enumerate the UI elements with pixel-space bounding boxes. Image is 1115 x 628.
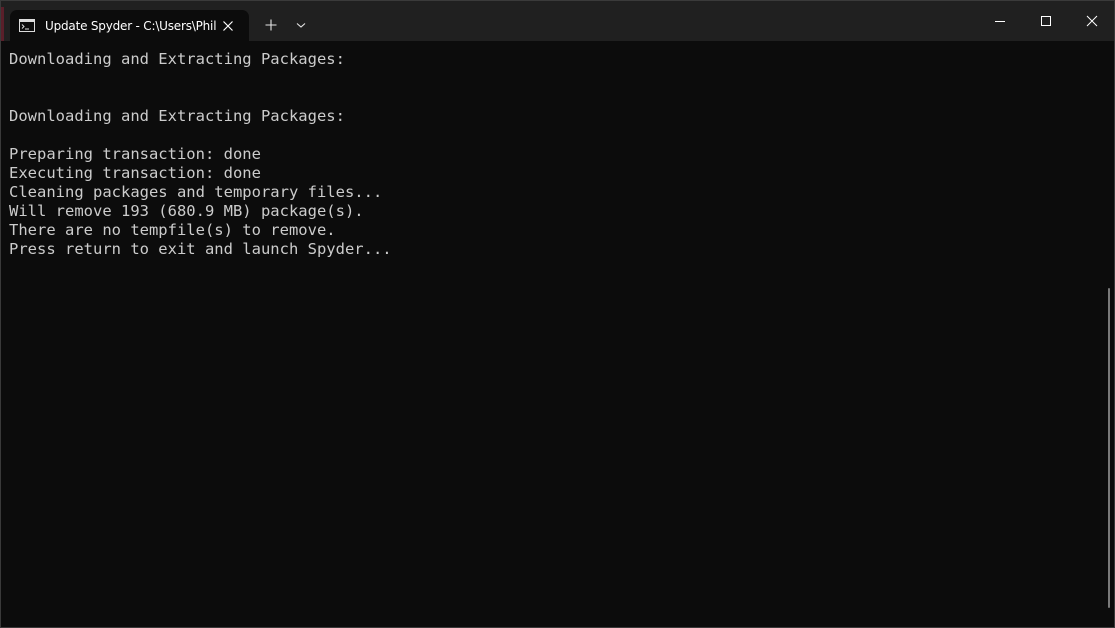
terminal-output[interactable]: Downloading and Extracting Packages: Dow… bbox=[1, 41, 1105, 627]
close-window-button[interactable] bbox=[1069, 1, 1114, 41]
maximize-button[interactable] bbox=[1023, 1, 1069, 41]
terminal-line: Downloading and Extracting Packages: bbox=[9, 107, 345, 125]
maximize-icon bbox=[1041, 16, 1051, 26]
terminal-icon bbox=[19, 19, 35, 32]
terminal-line: Preparing transaction: done bbox=[9, 145, 261, 163]
terminal-line: Press return to exit and launch Spyder..… bbox=[9, 240, 392, 258]
title-bar[interactable]: Update Spyder - C:\Users\Phil bbox=[1, 1, 1114, 41]
terminal-line: There are no tempfile(s) to remove. bbox=[9, 221, 336, 239]
terminal-line: Executing transaction: done bbox=[9, 164, 261, 182]
close-icon bbox=[1086, 15, 1098, 27]
terminal-line: Will remove 193 (680.9 MB) package(s). bbox=[9, 202, 364, 220]
chevron-down-icon[interactable] bbox=[291, 15, 311, 35]
terminal-line: Cleaning packages and temporary files... bbox=[9, 183, 383, 201]
minimize-icon bbox=[995, 21, 1005, 22]
vertical-scrollbar[interactable] bbox=[1105, 41, 1114, 627]
tab-title: Update Spyder - C:\Users\Phil bbox=[45, 19, 217, 33]
scrollbar-thumb[interactable] bbox=[1108, 288, 1110, 608]
window-accent bbox=[1, 7, 4, 41]
terminal-line: Downloading and Extracting Packages: bbox=[9, 50, 345, 68]
plus-icon[interactable] bbox=[261, 15, 281, 35]
terminal-window: Update Spyder - C:\Users\Phil Downloadin… bbox=[0, 0, 1115, 628]
close-icon[interactable] bbox=[220, 18, 236, 34]
tab-update-spyder[interactable]: Update Spyder - C:\Users\Phil bbox=[10, 10, 249, 41]
minimize-button[interactable] bbox=[977, 1, 1023, 41]
